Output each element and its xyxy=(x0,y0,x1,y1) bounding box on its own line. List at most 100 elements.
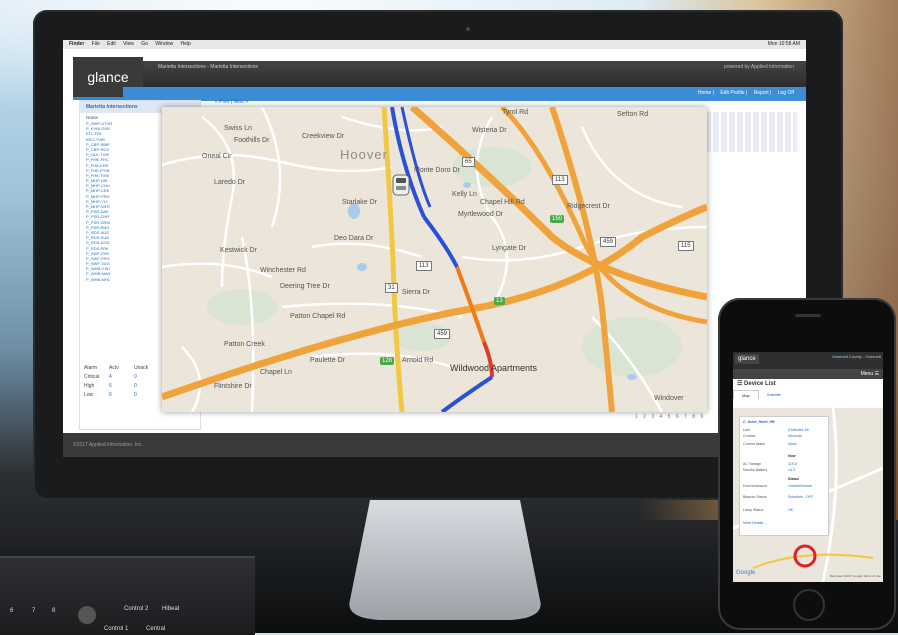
camera-icon xyxy=(466,27,470,31)
nav-edit-profile[interactable]: Edit Profile xyxy=(720,90,744,96)
powered-by: powered by Applied Information xyxy=(723,64,794,70)
alarm-header-alarm: Alarm xyxy=(84,365,98,371)
app-header: glance Marietta Intersections - Marietta… xyxy=(63,49,806,105)
route-shield: 113 xyxy=(552,175,568,185)
info-key: Lamp Status xyxy=(743,508,764,512)
traffic-controller-unit: 6 7 8 Control 2 Hibeat Control 1 Central xyxy=(0,556,255,635)
breadcrumb: Marietta Intersections - Marietta Inters… xyxy=(158,64,259,70)
street-label: Foothills Dr xyxy=(234,137,270,144)
route-shield: 459 xyxy=(434,329,451,339)
tab-satellite[interactable]: Satellite xyxy=(759,390,789,399)
street-label: Winchester Rd xyxy=(260,267,306,274)
alarm-actv[interactable]: 6 xyxy=(109,391,134,400)
alarm-header-actv: Actv xyxy=(109,365,119,371)
route-shield: 113 xyxy=(416,261,432,271)
menu-view[interactable]: View xyxy=(123,41,134,47)
street-label: Flintshire Dr xyxy=(214,383,252,390)
device-info-card: C_Hotel_Hotel_HB Last 5 Minutes 58 Conta… xyxy=(739,416,829,536)
device-name[interactable]: C_Hotel_Hotel_HB xyxy=(743,420,775,424)
alarm-unack[interactable]: 0 xyxy=(134,391,159,400)
phone-logo[interactable]: glance xyxy=(735,354,759,364)
street-label: Sierra Dr xyxy=(402,289,431,296)
page-numbers[interactable]: 1 2 3 4 5 6 7 8 9 xyxy=(635,414,705,420)
street-label: Kestwick Dr xyxy=(220,247,257,254)
map-tabs: Map Satellite xyxy=(733,390,883,399)
knob-icon[interactable] xyxy=(76,604,98,626)
street-label: Chapel Ln xyxy=(260,369,292,376)
port-label: Control 2 xyxy=(124,606,149,612)
phone-county: Gwinnett County - Gwinnett xyxy=(832,354,881,359)
street-label: Chapel Hill Rd xyxy=(480,199,525,206)
nav-home[interactable]: Home xyxy=(698,90,711,96)
header-nav: Home | Edit Profile | Report | Log Off xyxy=(697,90,794,96)
home-button[interactable] xyxy=(793,589,825,621)
nav-report[interactable]: Report xyxy=(754,90,769,96)
phone-menu-button[interactable]: Menu ☰ xyxy=(733,369,883,379)
speaker-icon xyxy=(795,314,821,317)
menu-go[interactable]: Go xyxy=(141,41,148,47)
alarm-actv[interactable]: 6 xyxy=(109,382,134,391)
info-value: Seconds xyxy=(788,434,802,438)
street-label: Starlake Dr xyxy=(342,199,378,206)
street-label: Sefton Rd xyxy=(617,111,649,118)
port-label: 6 xyxy=(10,608,14,614)
info-key: Beacon Status xyxy=(743,495,767,499)
port-label: 8 xyxy=(52,608,56,614)
info-value: 14.3 xyxy=(788,468,795,472)
route-shield: 13 xyxy=(494,297,505,305)
street-label: Tyrol Rd xyxy=(502,109,529,116)
alarm-header-unack: Unack xyxy=(134,365,149,371)
street-label: Arnold Rd xyxy=(402,357,434,364)
phone-header: glance Gwinnett County - Gwinnett xyxy=(733,352,883,369)
google-logo: Google xyxy=(736,570,756,576)
traffic-map[interactable]: Swiss Ln Foothills Dr Creekview Dr Wiste… xyxy=(162,107,707,412)
menu-edit[interactable]: Edit xyxy=(107,41,116,47)
street-label: Wisteria Dr xyxy=(472,127,507,134)
map-roads-layer xyxy=(162,107,707,412)
alarm-actv[interactable]: 4 xyxy=(109,373,134,382)
street-label: Deering Tree Dr xyxy=(280,283,330,290)
info-value: 5 Minutes 58 xyxy=(788,428,809,432)
menu-file[interactable]: File xyxy=(92,41,100,47)
port-label: Hibeat xyxy=(162,606,180,612)
info-key: Current Alarm xyxy=(743,442,766,446)
street-label: Laredo Dr xyxy=(214,179,246,186)
port-label: Control 1 xyxy=(104,626,129,632)
street-label: Ridgecrest Dr xyxy=(567,203,610,210)
street-label: Windover xyxy=(654,395,684,402)
map-terms[interactable]: Map data ©2017 Google Terms of Use xyxy=(830,574,881,578)
alarm-unack[interactable]: 0 xyxy=(134,373,159,382)
info-value: OK xyxy=(788,508,794,512)
route-shield: 65 xyxy=(462,157,475,167)
nav-log-off[interactable]: Log Off xyxy=(778,90,794,96)
status-grid xyxy=(705,112,797,152)
vehicle-marker-icon[interactable] xyxy=(390,173,412,197)
menu-finder[interactable]: Finder xyxy=(69,41,84,47)
port-label: Central xyxy=(146,626,166,632)
alarm-unack[interactable]: 0 xyxy=(134,382,159,391)
port-label: 7 xyxy=(32,608,36,614)
route-shield: 31 xyxy=(385,283,398,293)
status-header: Status xyxy=(788,477,799,481)
menu-help[interactable]: Help xyxy=(181,41,191,47)
route-shield: 150 xyxy=(550,215,565,223)
info-value: Closed/Normal xyxy=(788,484,812,488)
street-label: Kelly Ln xyxy=(452,191,477,198)
info-key: AC Voltage xyxy=(743,462,761,466)
area-label: Hoover xyxy=(340,147,388,162)
monitor-stand xyxy=(349,500,541,620)
menu-window[interactable]: Window xyxy=(155,41,173,47)
info-value: Schedule - OFF xyxy=(788,495,814,499)
info-value: None xyxy=(788,442,797,446)
tab-map[interactable]: Map xyxy=(733,390,759,399)
street-label: Monte Doro Dr xyxy=(414,167,460,174)
info-key: Monitor Battery xyxy=(743,468,768,472)
app-footer: ©2017 Applied Information, Inc. xyxy=(63,433,806,457)
smartphone: glance Gwinnett County - Gwinnett Menu ☰… xyxy=(718,298,896,630)
pager[interactable]: « Prev | Next » xyxy=(215,99,248,105)
street-label: Myrtlewood Dr xyxy=(458,211,504,218)
info-key: Last xyxy=(743,428,750,432)
more-details-link[interactable]: More Details ... xyxy=(743,521,767,525)
route-shield: 115 xyxy=(678,241,694,251)
now-header: Now xyxy=(788,454,796,458)
